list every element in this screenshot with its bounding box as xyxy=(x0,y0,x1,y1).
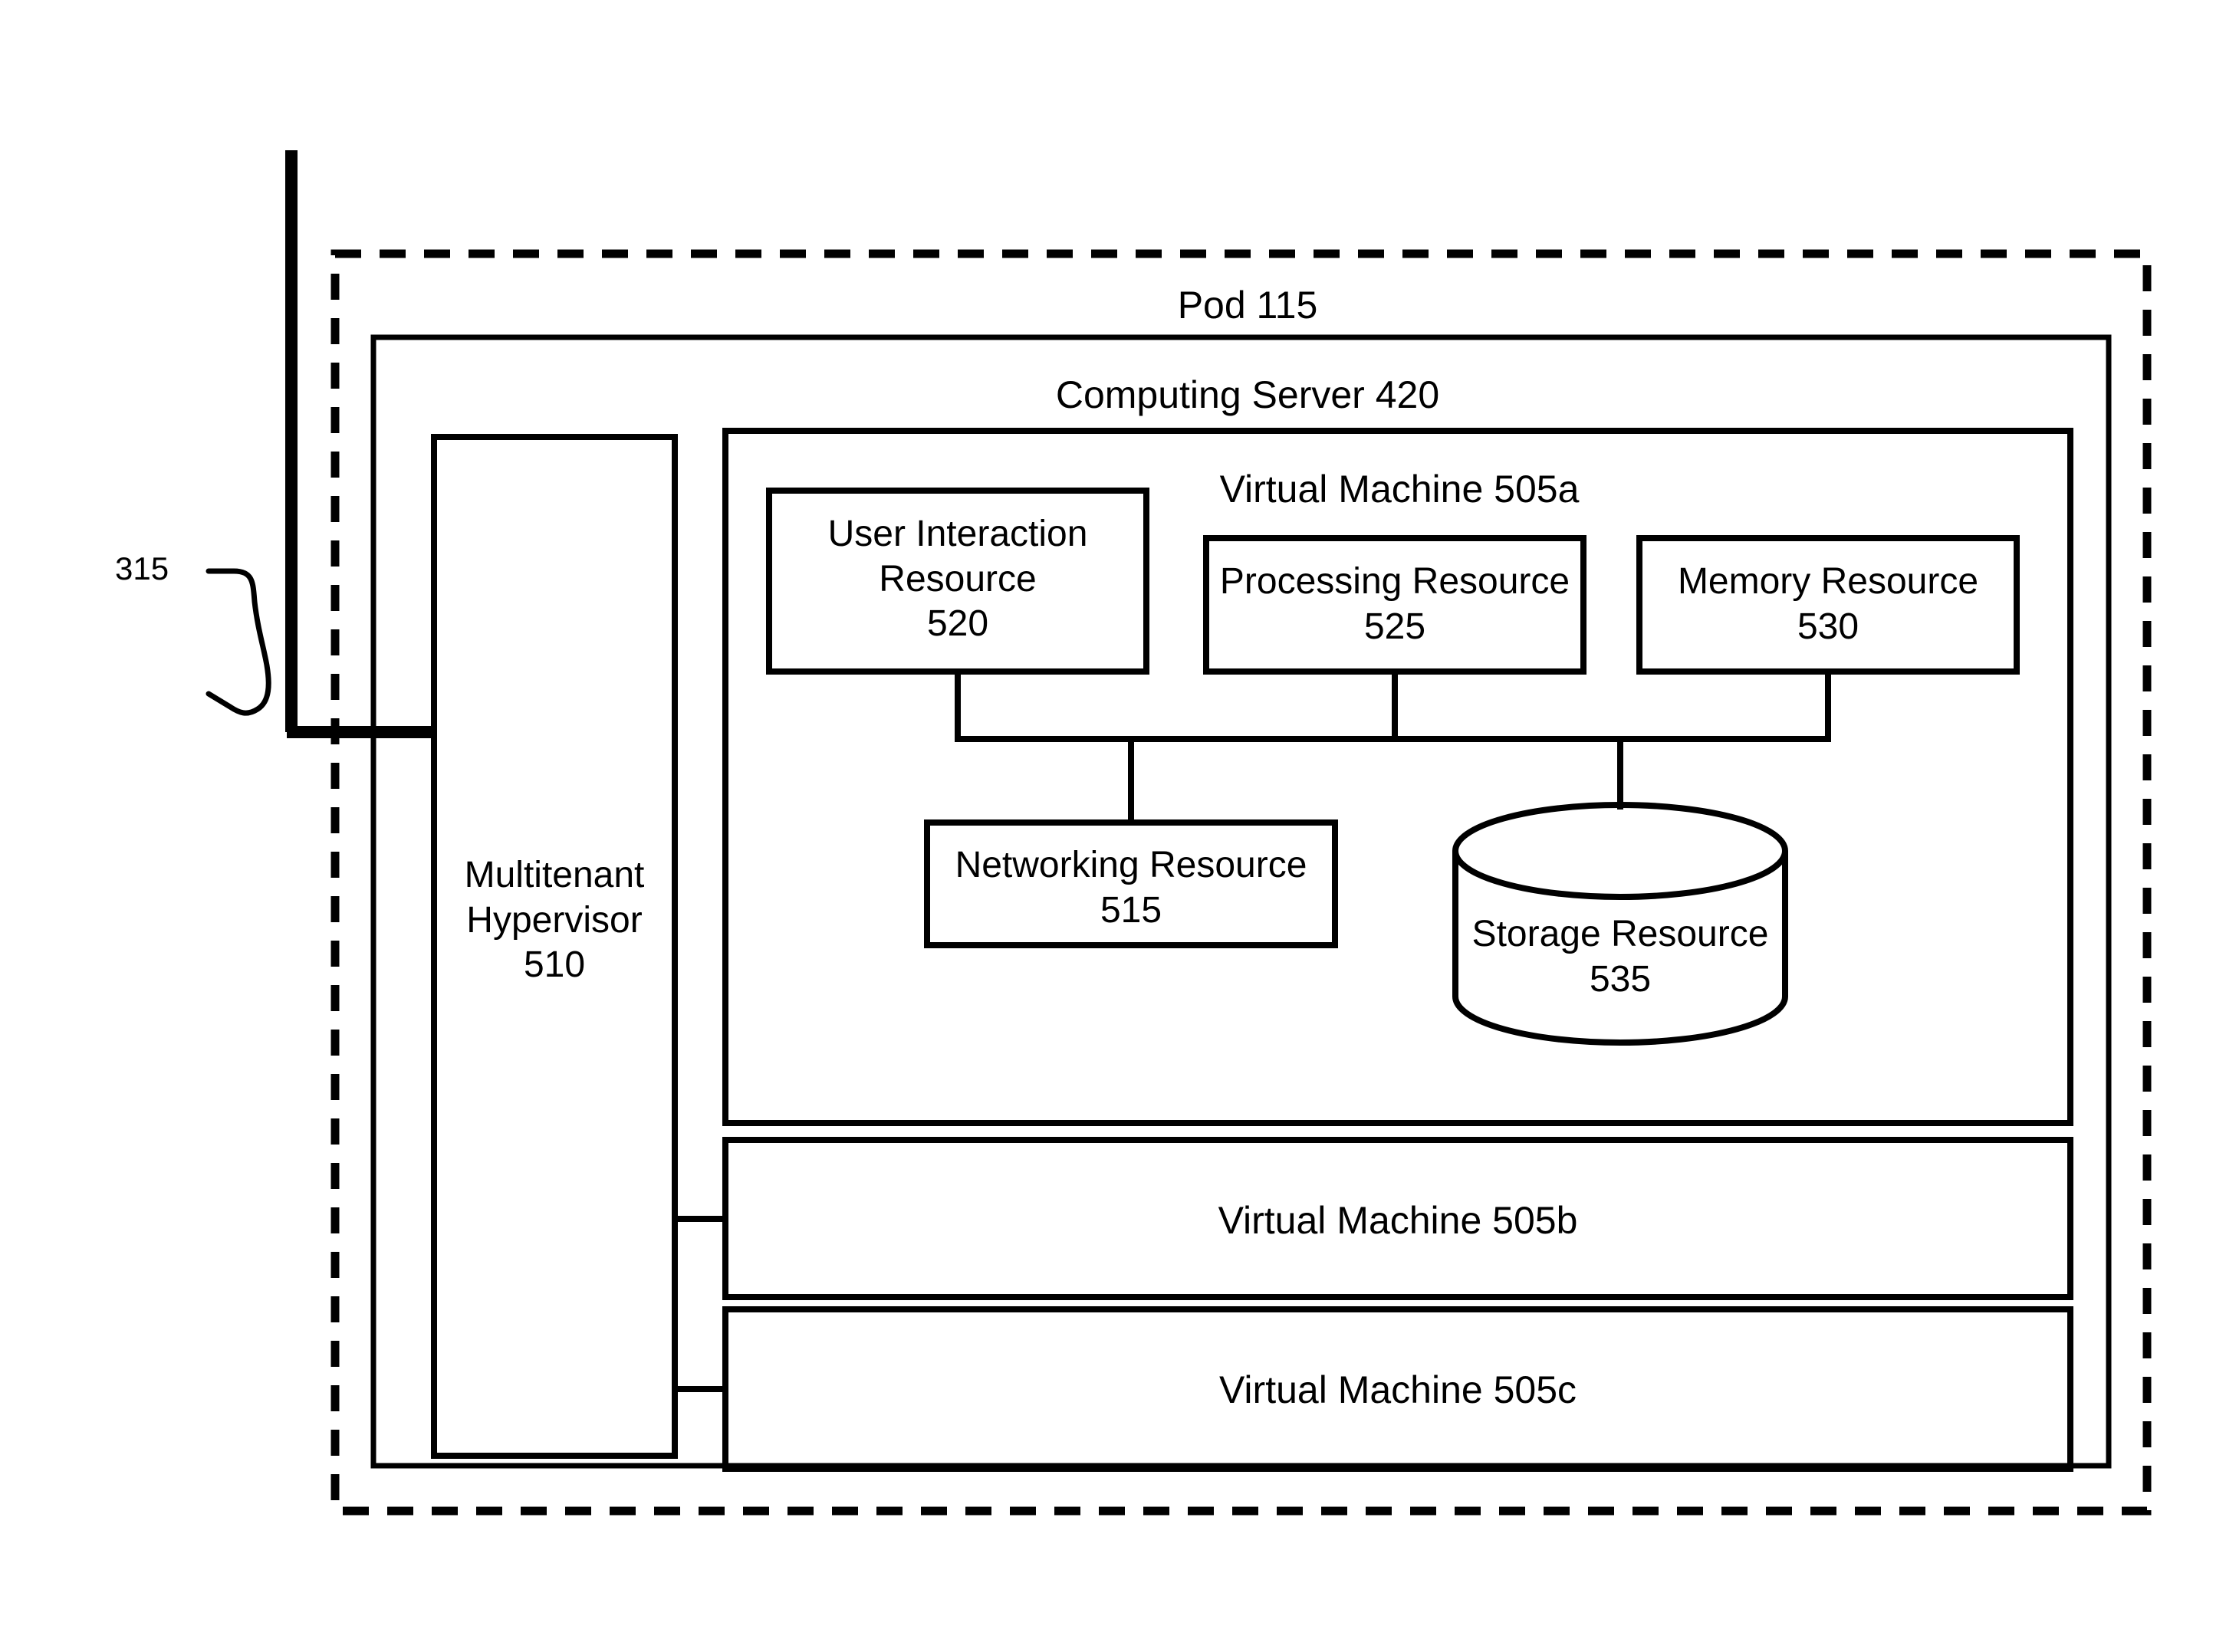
vm-505a-title: Virtual Machine 505a xyxy=(1219,468,1580,511)
hypervisor-label-line2: Hypervisor xyxy=(466,899,643,941)
memory-resource-label-group: Memory Resource 530 xyxy=(1633,560,2023,649)
hypervisor-label-line3: 510 xyxy=(523,944,586,986)
storage-resource-label-group: Storage Resource 535 xyxy=(1429,912,1812,1002)
computing-server-title: Computing Server 420 xyxy=(1055,373,1440,416)
processing-resource-label-group: Processing Resource 525 xyxy=(1196,560,1593,649)
memory-resource-line1: Memory Resource xyxy=(1677,561,1979,602)
reference-leader-squiggle xyxy=(206,568,271,716)
hypervisor-label-group: Multitenant Hypervisor 510 xyxy=(434,853,675,988)
vm-505b-title: Virtual Machine 505b xyxy=(1218,1199,1578,1242)
patent-figure: 315 Pod 115 Computing Server 420 Virtual… xyxy=(0,0,2226,1652)
reference-numeral-315: 315 xyxy=(115,550,169,586)
processing-resource-line1: Processing Resource xyxy=(1219,561,1570,602)
user-interaction-resource-line3: 520 xyxy=(926,603,989,645)
pod-title: Pod 115 xyxy=(1177,284,1318,327)
networking-resource-line1: Networking Resource xyxy=(955,845,1307,885)
storage-resource-line1: Storage Resource xyxy=(1471,914,1769,954)
processing-resource-line2: 525 xyxy=(1363,606,1426,647)
networking-resource-line2: 515 xyxy=(1100,889,1162,931)
hypervisor-label-line1: Multitenant xyxy=(464,855,645,895)
memory-resource-line2: 530 xyxy=(1797,606,1859,647)
networking-resource-label-group: Networking Resource 515 xyxy=(920,843,1342,933)
storage-resource-line2: 535 xyxy=(1589,958,1652,1000)
vm-505c-title: Virtual Machine 505c xyxy=(1218,1368,1577,1411)
user-interaction-resource-label-group: User Interaction Resource 520 xyxy=(769,512,1146,647)
user-interaction-resource-line1: User Interaction xyxy=(827,514,1088,554)
user-interaction-resource-line2: Resource xyxy=(879,558,1037,599)
